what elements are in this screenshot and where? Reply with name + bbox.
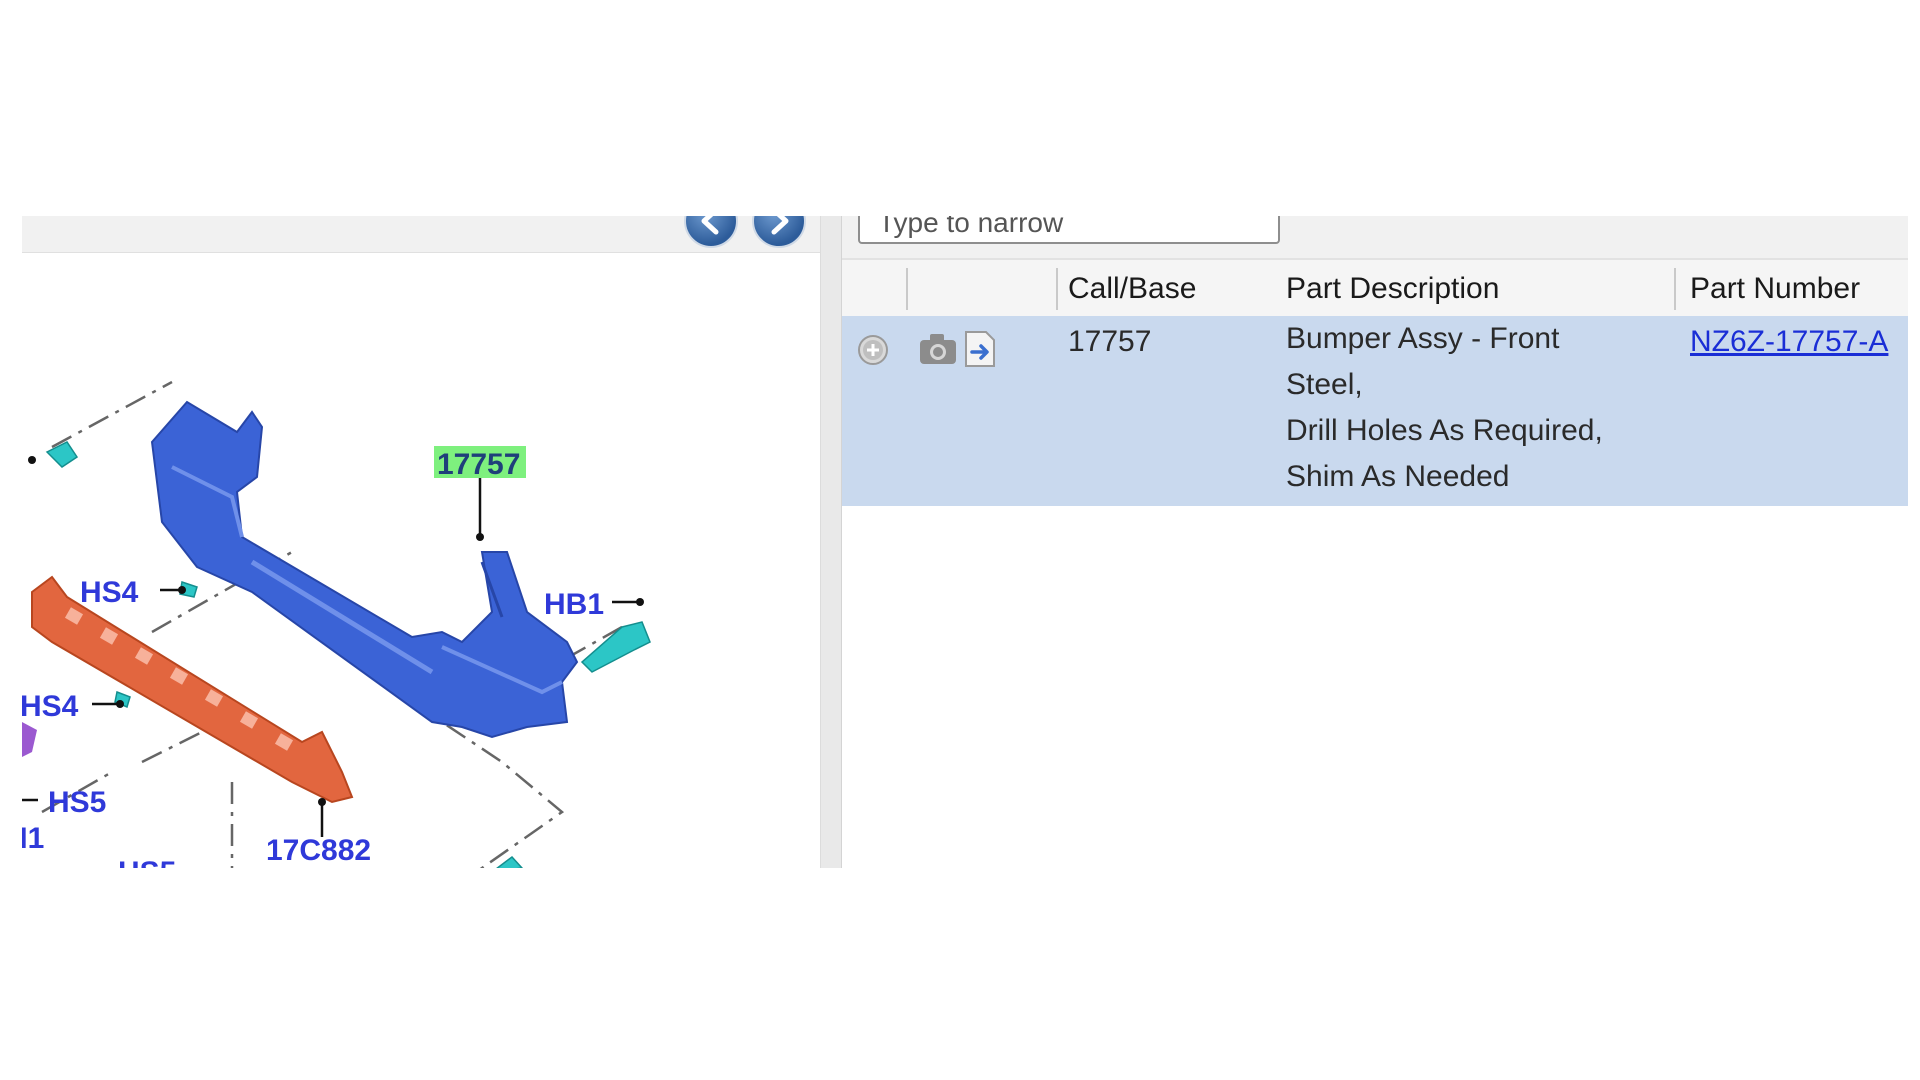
column-header-part-description[interactable]: Part Description bbox=[1286, 260, 1499, 318]
callout-n1[interactable]: N1 bbox=[22, 822, 44, 855]
column-separator[interactable] bbox=[1056, 268, 1058, 310]
callout-17c882[interactable]: 17C882 bbox=[266, 834, 371, 867]
panel-splitter[interactable] bbox=[820, 216, 842, 868]
column-header-call-base[interactable]: Call/Base bbox=[1068, 260, 1196, 318]
parts-grid-header: Call/Base Part Description Part Number bbox=[842, 258, 1908, 319]
callout-hs4-lower[interactable]: HS4 bbox=[22, 690, 79, 723]
previous-diagram-button[interactable] bbox=[684, 216, 738, 248]
cell-part-number: NZ6Z-17757-A bbox=[1690, 324, 1888, 360]
description-line: Bumper Assy - Front bbox=[1286, 322, 1560, 355]
part-number-link[interactable]: NZ6Z-17757-A bbox=[1690, 325, 1888, 358]
parts-list-panel: Call/Base Part Description Part Number bbox=[842, 216, 1908, 868]
diagram-toolbar bbox=[22, 216, 820, 253]
description-line: Shim As Needed bbox=[1286, 460, 1510, 493]
next-diagram-button[interactable] bbox=[752, 216, 806, 248]
description-line: Steel, bbox=[1286, 368, 1363, 401]
callout-17757[interactable]: 17757 bbox=[437, 448, 520, 481]
application-view: 17757 HS4 HB1 HS4 HS5 N1 HS5 17C882 Call… bbox=[22, 216, 1908, 868]
description-line: Drill Holes As Required, bbox=[1286, 414, 1603, 447]
plus-circle-icon[interactable] bbox=[857, 334, 889, 366]
cell-call-base: 17757 bbox=[1068, 325, 1152, 358]
fastener-top-left-shape[interactable] bbox=[45, 441, 79, 468]
goto-arrow-icon[interactable] bbox=[962, 330, 998, 368]
callout-hs5-upper[interactable]: HS5 bbox=[48, 786, 106, 819]
fastener-hs5-shape[interactable] bbox=[22, 722, 37, 757]
callout-hs4-upper[interactable]: HS4 bbox=[80, 576, 139, 609]
arrow-left-icon bbox=[701, 216, 719, 235]
exploded-parts-diagram[interactable]: 17757 HS4 HB1 HS4 HS5 N1 HS5 17C882 bbox=[22, 252, 820, 868]
column-header-part-number[interactable]: Part Number bbox=[1690, 260, 1860, 318]
column-separator[interactable] bbox=[1674, 268, 1676, 310]
callout-hs5-lower[interactable]: HS5 bbox=[118, 856, 176, 868]
parts-toolbar bbox=[842, 216, 1908, 258]
column-separator[interactable] bbox=[906, 268, 908, 310]
arrow-right-icon bbox=[771, 216, 789, 235]
diagram-panel: 17757 HS4 HB1 HS4 HS5 N1 HS5 17C882 bbox=[22, 216, 820, 868]
table-row[interactable]: 17757 Bumper Assy - Front Steel, Drill H… bbox=[842, 316, 1908, 506]
callout-hb1[interactable]: HB1 bbox=[544, 588, 604, 621]
cell-part-description: Bumper Assy - Front Steel, Drill Holes A… bbox=[1286, 316, 1603, 500]
narrow-filter-input[interactable] bbox=[858, 216, 1280, 244]
camera-icon[interactable] bbox=[918, 332, 958, 366]
